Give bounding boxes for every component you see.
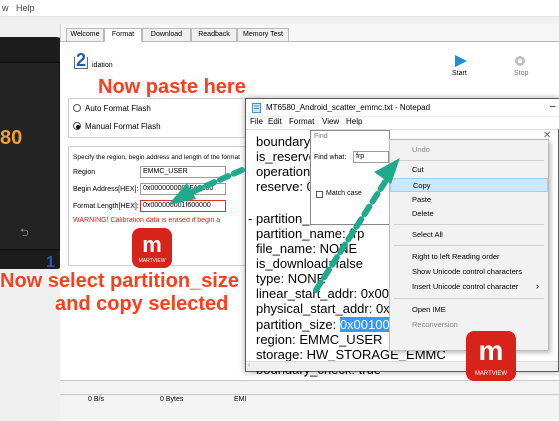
martview-logo: m MARTVIEW bbox=[132, 228, 172, 268]
select-annotation-line-1: Now select partition_size bbox=[0, 270, 239, 292]
arrow-to-copy bbox=[313, 179, 388, 293]
select-annotation-line-2: and copy selected bbox=[55, 293, 229, 315]
arrowhead-paste bbox=[168, 183, 196, 205]
martview-logo-large: m MARTVIEW bbox=[466, 331, 516, 381]
arrowhead-copy bbox=[374, 158, 400, 184]
step-2-number: 2 bbox=[76, 50, 87, 70]
arrow-to-paste bbox=[187, 167, 245, 196]
paste-here-annotation: Now paste here bbox=[98, 76, 246, 98]
